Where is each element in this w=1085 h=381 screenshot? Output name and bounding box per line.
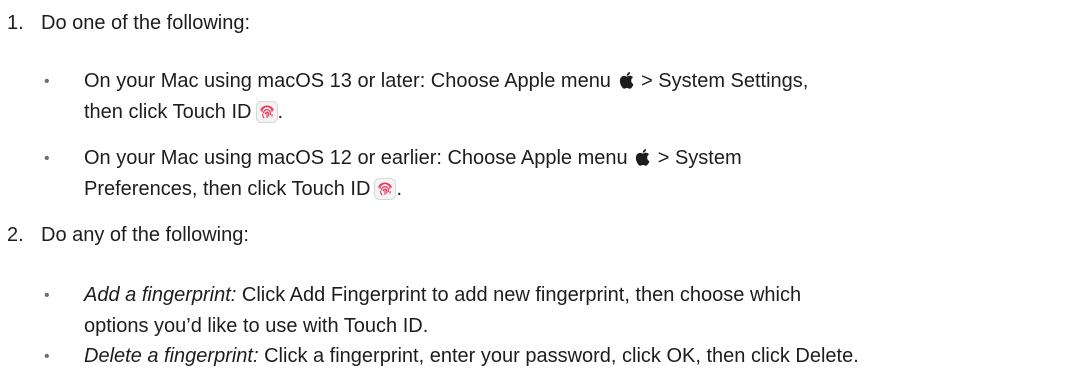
bullet-text: > System [657, 147, 742, 169]
apple-logo-icon [635, 145, 650, 166]
bullet-text: . [396, 178, 402, 200]
bullet-marker: • [44, 73, 50, 90]
step-1: 1. Do one of the following: [0, 8, 250, 39]
bullet-marker: • [44, 348, 50, 365]
step-text: Do one of the following: [41, 12, 251, 34]
touch-id-fingerprint-icon [374, 178, 397, 200]
bullet-text: . [277, 101, 284, 123]
list-item: • On your Mac using macOS 13 or later: C… [44, 66, 1064, 128]
list-item: • Add a fingerprint: Click Add Fingerpri… [44, 280, 1064, 342]
bullet-term: Delete a fingerprint: [84, 345, 259, 367]
touch-id-fingerprint-icon [255, 101, 278, 123]
list-item: • Delete a fingerprint: Click a fingerpr… [44, 341, 1064, 372]
bullet-term: Add a fingerprint: [84, 284, 237, 306]
step-number: 1. [7, 12, 24, 34]
bullet-text: Preferences, then click Touch ID [84, 178, 371, 200]
bullet-text: On your Mac using macOS 13 or later: Cho… [84, 70, 611, 92]
list-item: • On your Mac using macOS 12 or earlier:… [44, 143, 1064, 205]
bullet-marker: • [44, 287, 50, 304]
instructions: 1. Do one of the following: • On your Mac… [0, 0, 1085, 381]
step-2: 2. Do any of the following: [0, 220, 249, 251]
bullet-text: Click Add Fingerprint to add new fingerp… [241, 284, 802, 306]
step-number: 2. [7, 224, 24, 246]
bullet-text: then click Touch ID [84, 101, 252, 123]
bullet-text: > System Settings, [641, 70, 809, 92]
bullet-text: On your Mac using macOS 12 or earlier: C… [84, 147, 628, 169]
step-text: Do any of the following: [41, 224, 249, 246]
bullet-text: Click a fingerprint, enter your password… [264, 345, 859, 367]
bullet-text: options you’d like to use with Touch ID. [84, 315, 429, 337]
apple-logo-icon [619, 68, 634, 89]
bullet-marker: • [44, 150, 50, 167]
